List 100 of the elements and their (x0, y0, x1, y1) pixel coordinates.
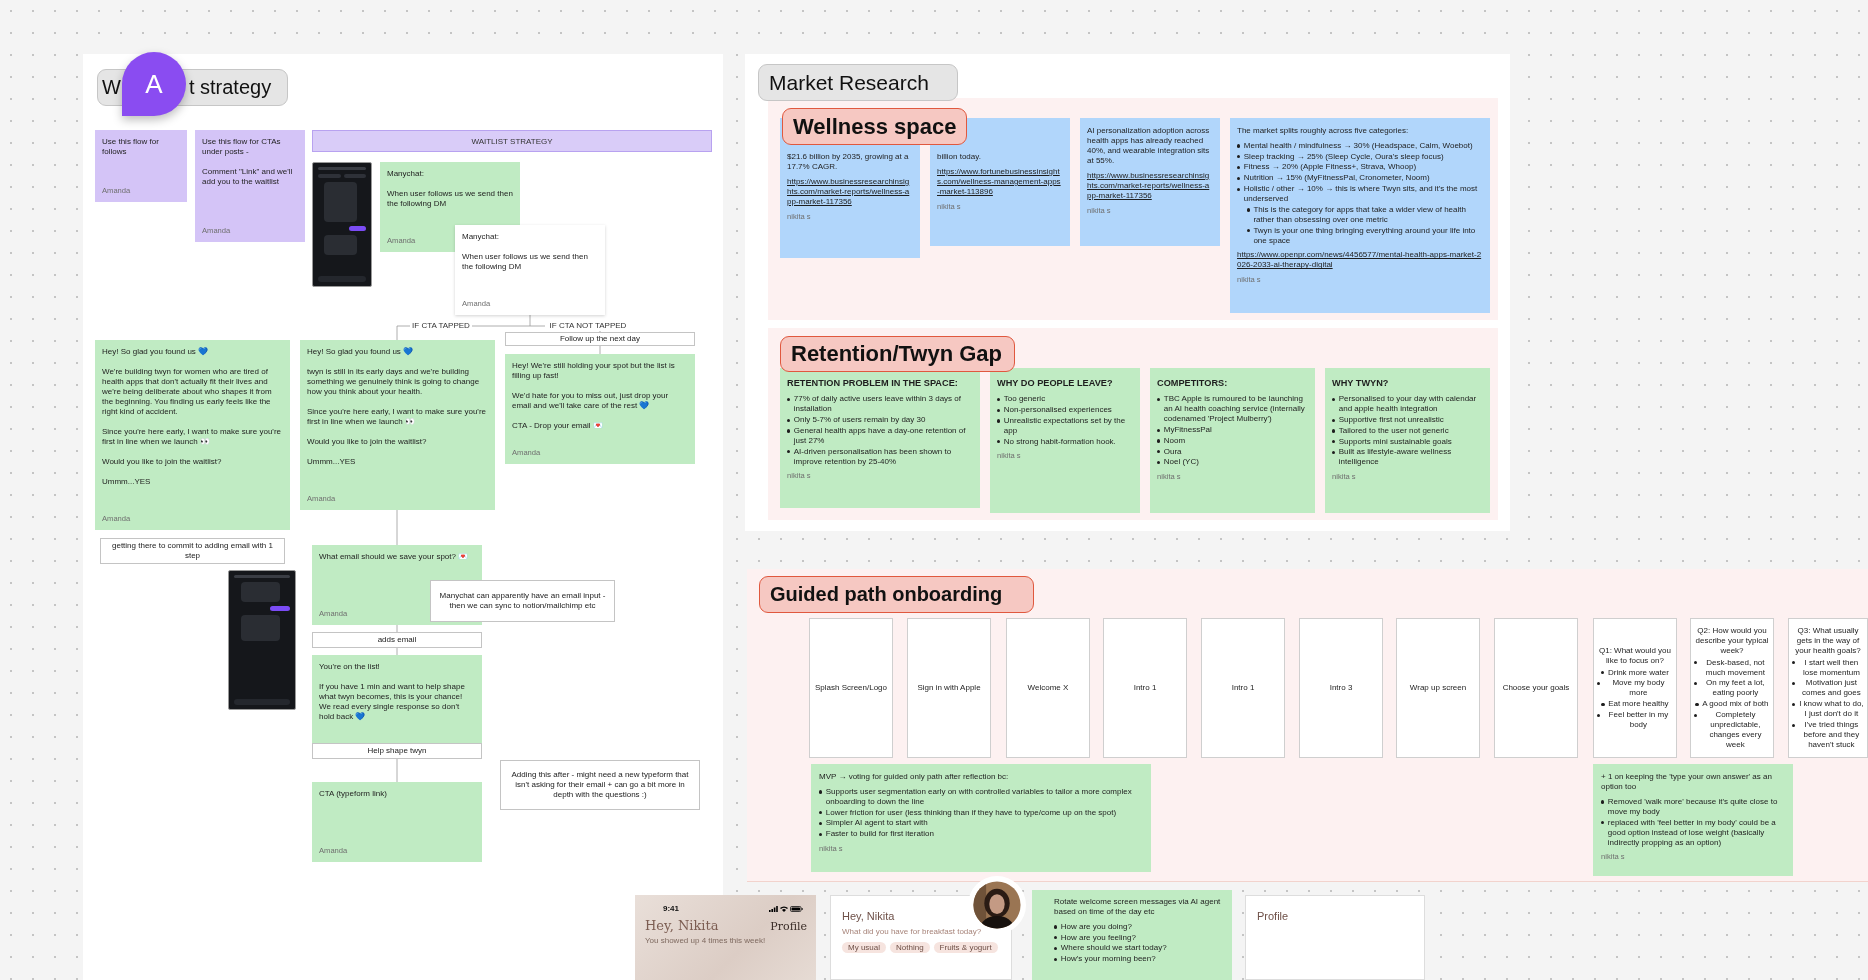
profile-title: Profile (1257, 910, 1290, 922)
bullet-text: AI-driven personalisation has been shown to improve retention by 25-40% (793, 446, 953, 467)
sticky-text: CTA (typeform link) (319, 789, 388, 799)
section-title: t strategy (188, 76, 272, 99)
bullet-icon (1597, 682, 1601, 686)
comment-note: getting there to commit to adding email with 1 step (100, 538, 285, 564)
link[interactable]: https://www.businessresearchinsights.com/market-reports/wellness-app-market-117356 (787, 176, 913, 207)
connector-line (396, 758, 398, 783)
sticky-heading: RETENTION PROBLEM IN THE SPACE: (787, 378, 959, 390)
sticky-text: AI personalization adoption across health apps has already reached 40%, and wearable integration sits at 55%. (1087, 126, 1211, 166)
bullet-text: Mental health / mindfulness → 30% (Headspace, Calm, Woebot) (1243, 140, 1473, 151)
link[interactable]: https://www.businessresearchinsights.com/market-reports/wellness-app-market-117356 (1087, 170, 1213, 201)
bullet-icon (1332, 440, 1336, 444)
bullet-icon (1792, 682, 1796, 686)
subtitle-text: You showed up 4 times this week! (645, 936, 767, 945)
bullet-icon (1792, 723, 1796, 727)
status-time: 9:41 (663, 904, 679, 913)
bullet-icon (1246, 208, 1250, 212)
connector-line (396, 647, 398, 656)
screen-title: Q1: What would you like to focus on? (1597, 646, 1672, 666)
comment-note: adds email (312, 632, 482, 648)
comment-note: Follow up the next day (505, 332, 695, 346)
bullet-text: Completely unpredictable, changes every week (1708, 710, 1763, 750)
screen-title: Wrap up screen (1408, 683, 1468, 693)
bullet-icon (1157, 428, 1161, 432)
bullet-text: Supports mini sustainable goals (1338, 436, 1452, 447)
bullet-text: Supports user segmentation early on with controlled variables to tailor a more complex onboarding to down the line (825, 786, 1133, 807)
bullet-text: On my feet a lot, eating poorly (1705, 678, 1766, 699)
bullet-text: Only 5-7% of users remain by day 30 (793, 415, 926, 426)
bullet-icon (1237, 144, 1241, 148)
profile-link[interactable]: Profile (770, 920, 807, 933)
bullet-text: Feel better in my body (1607, 710, 1670, 730)
prompt-text: What did you have for breakfast today? (842, 927, 983, 936)
link[interactable]: https://www.openpr.com/news/4456577/mental-health-apps-market-2026-2033-ai-therapy-digital (1237, 250, 1483, 271)
bullet-icon (997, 397, 1001, 402)
bullet-icon (1694, 661, 1698, 665)
bullet-text: Tailored to the user not generic (1338, 425, 1449, 436)
bullet-icon (1157, 439, 1161, 443)
bullet-icon (1054, 947, 1058, 951)
sticky-text: Manychat: When user follows us we send then the following DM (462, 232, 589, 272)
bullet-text: Fitness → 20% (Apple Fitness+, Strava, Whoop) (1243, 162, 1417, 173)
sticky-heading: COMPETITORS: (1157, 378, 1229, 390)
bullet-text: A good mix of both (1702, 699, 1769, 710)
bullet-text: Non-personalised experiences (1003, 405, 1112, 416)
answer-chip[interactable]: My usual (842, 942, 886, 953)
bullet-text: General health apps have a day-one retention of just 27% (793, 425, 967, 446)
bullet-text: I start well then lose momentum (1801, 657, 1861, 678)
section-title: Wellness space (793, 113, 957, 140)
sticky-text: The market splits roughly across five categories: (1237, 126, 1410, 136)
bullet-text: How are you feeling? (1060, 932, 1136, 943)
sticky-text: Rotate welcome screen messages via AI agent based on time of the day etc (1054, 897, 1222, 917)
sticky-text: Hey! So glad you found us 💙 We're building twyn for women who are tired of health apps that don't actually fit their lives and we're being deliberate about who shapes it from the beginning. You finding us early feels like the right kind of accident. Since you're here early, I want to make sure you're first in line when we launch 👀 Would you like to join the waitlist? Ummm...YES (102, 347, 282, 487)
signal-icon (769, 905, 778, 912)
answer-chip[interactable]: Nothing (890, 942, 930, 953)
bullet-icon (997, 408, 1001, 412)
section-title: Market Research (769, 70, 929, 95)
bullet-icon (1157, 397, 1161, 402)
bullet-icon (1694, 682, 1698, 686)
bullet-icon (1237, 187, 1241, 191)
bullet-icon (1601, 702, 1605, 706)
battery-icon (790, 905, 803, 912)
bullet-icon (1332, 451, 1336, 455)
bullet-text: Too generic (1003, 394, 1046, 405)
screen-title: Choose your goals (1501, 683, 1571, 693)
bullet-text: Personalised to your day with calendar and apple health integration (1338, 394, 1478, 415)
bullet-icon (1597, 713, 1601, 717)
bullet-icon (1694, 713, 1698, 717)
bullet-icon (997, 440, 1001, 444)
sticky-text: You're on the list! If you have 1 min and want to help shape what twyn becomes, this is your chance! We read every single response so don't hold back 💙 (319, 662, 466, 722)
bullet-text: No strong habit-formation hook. (1003, 436, 1116, 447)
link[interactable]: https://www.fortunebusinessinsights.com/wellness-management-apps-market-113896 (937, 166, 1063, 197)
sticky-text: Manychat: When user follows us we send then the following DM (387, 169, 513, 209)
banner: WAITLIST STRATEGY (312, 130, 712, 152)
bullet-text: How's your morning been? (1060, 954, 1156, 965)
comment-note: Manychat can apparently have an email input - then we can sync to notion/mailchimp etc (430, 580, 615, 622)
bullet-text: I've tried things before and they haven't stuck (1802, 720, 1861, 750)
bullet-text: How are you doing? (1060, 921, 1132, 932)
bullet-text: Built as lifestyle-aware wellness intelligence (1338, 447, 1453, 468)
answer-chip[interactable]: Fruits & yogurt (933, 942, 998, 953)
sticky-text: Hey! So glad you found us 💙 twyn is still in its early days and we're building something we genuinely think is going to change how you think about your health. Since you're here early, I want to make sure you're first in line when we launch 👀 Would you like to join the waitlist? Ummm...YES (307, 347, 487, 467)
bullet-text: Unrealistic expectations set by the app (1003, 415, 1127, 436)
bullet-text: I know what to do, I just don't do it (1798, 699, 1864, 720)
bullet-icon (1332, 397, 1336, 402)
bullet-icon (1237, 166, 1241, 170)
bullet-text: Where should we start today? (1060, 943, 1167, 954)
bullet-icon (819, 790, 823, 794)
bullet-icon (1332, 429, 1336, 433)
screen-title: Intro 3 (1328, 683, 1354, 693)
bullet-icon (787, 429, 791, 433)
bullet-text: 77% of daily active users leave within 3 days of installation (793, 394, 962, 415)
screen-title: Welcome X (1026, 683, 1070, 693)
bullet-icon (787, 450, 791, 454)
screen-title: Splash Screen/Logo (814, 683, 888, 693)
bullet-text: Lower friction for user (less thinking than if they have to type/come up on the spot) (825, 807, 1117, 818)
bullet-text: Twyn is your one thing bringing everything around your life into one space (1253, 225, 1477, 246)
bullet-text: Eat more healthy (1608, 699, 1669, 710)
section-title: Retention/Twyn Gap (791, 341, 1003, 367)
bullet-icon (1054, 936, 1058, 940)
bullet-text: Move my body more (1611, 678, 1666, 699)
connector-line (599, 345, 601, 355)
